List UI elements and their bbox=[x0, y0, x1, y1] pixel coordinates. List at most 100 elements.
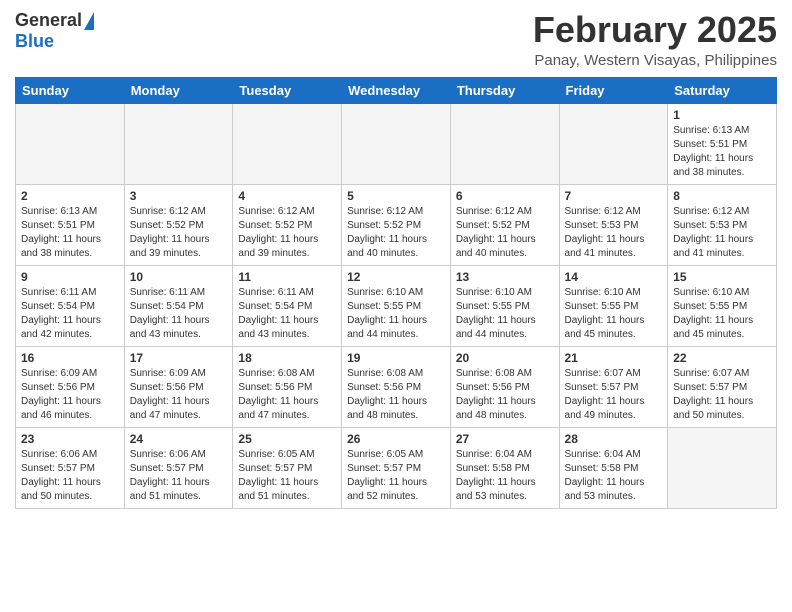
day-number: 17 bbox=[130, 351, 228, 365]
calendar-cell: 15 Sunrise: 6:10 AM Sunset: 5:55 PM Dayli… bbox=[668, 265, 777, 346]
day-info: Sunrise: 6:04 AM Sunset: 5:58 PM Dayligh… bbox=[565, 448, 663, 504]
day-info: Sunrise: 6:10 AM Sunset: 5:55 PM Dayligh… bbox=[565, 286, 663, 342]
calendar-cell: 8Sunrise: 6:12 AM Sunset: 5:53 PM Daylig… bbox=[668, 184, 777, 265]
logo-icon bbox=[84, 12, 94, 30]
calendar-cell: 4 Sunrise: 6:12 AM Sunset: 5:52 PM Daylig… bbox=[233, 184, 342, 265]
day-info: Sunrise: 6:09 AM Sunset: 5:56 PM Dayligh… bbox=[130, 367, 228, 423]
title-area: February 2025 Panay, Western Visayas, Ph… bbox=[533, 10, 777, 69]
header-sunday: Sunday bbox=[16, 77, 125, 103]
day-number: 9 bbox=[21, 270, 119, 284]
calendar-cell: 12 Sunrise: 6:10 AM Sunset: 5:55 PM Dayli… bbox=[342, 265, 451, 346]
day-number: 18 bbox=[238, 351, 336, 365]
day-number: 5 bbox=[347, 189, 445, 203]
day-info: Sunrise: 6:07 AM Sunset: 5:57 PM Dayligh… bbox=[565, 367, 663, 423]
calendar-cell: 27Sunrise: 6:04 AM Sunset: 5:58 PM Dayli… bbox=[450, 427, 559, 508]
calendar-cell: 9Sunrise: 6:11 AM Sunset: 5:54 PM Daylig… bbox=[16, 265, 125, 346]
calendar-cell bbox=[342, 103, 451, 184]
header-tuesday: Tuesday bbox=[233, 77, 342, 103]
day-info: Sunrise: 6:12 AM Sunset: 5:52 PM Dayligh… bbox=[130, 205, 228, 261]
calendar-cell: 21Sunrise: 6:07 AM Sunset: 5:57 PM Dayli… bbox=[559, 346, 668, 427]
day-info: Sunrise: 6:12 AM Sunset: 5:52 PM Dayligh… bbox=[238, 205, 336, 261]
day-info: Sunrise: 6:09 AM Sunset: 5:56 PM Dayligh… bbox=[21, 367, 119, 423]
day-info: Sunrise: 6:05 AM Sunset: 5:57 PM Dayligh… bbox=[238, 448, 336, 504]
day-info: Sunrise: 6:12 AM Sunset: 5:52 PM Dayligh… bbox=[456, 205, 554, 261]
calendar-cell: 13 Sunrise: 6:10 AM Sunset: 5:55 PM Dayli… bbox=[450, 265, 559, 346]
day-number: 16 bbox=[21, 351, 119, 365]
day-number: 19 bbox=[347, 351, 445, 365]
calendar-cell: 18 Sunrise: 6:08 AM Sunset: 5:56 PM Dayli… bbox=[233, 346, 342, 427]
calendar-cell: 23 Sunrise: 6:06 AM Sunset: 5:57 PM Dayli… bbox=[16, 427, 125, 508]
header-saturday: Saturday bbox=[668, 77, 777, 103]
week-row-1: 2 Sunrise: 6:13 AM Sunset: 5:51 PM Daylig… bbox=[16, 184, 777, 265]
calendar-cell: 1Sunrise: 6:13 AM Sunset: 5:51 PM Daylig… bbox=[668, 103, 777, 184]
header-thursday: Thursday bbox=[450, 77, 559, 103]
day-info: Sunrise: 6:12 AM Sunset: 5:52 PM Dayligh… bbox=[347, 205, 445, 261]
calendar-cell: 11 Sunrise: 6:11 AM Sunset: 5:54 PM Dayli… bbox=[233, 265, 342, 346]
day-info: Sunrise: 6:12 AM Sunset: 5:53 PM Dayligh… bbox=[673, 205, 771, 261]
calendar-cell: 24 Sunrise: 6:06 AM Sunset: 5:57 PM Dayli… bbox=[124, 427, 233, 508]
day-number: 11 bbox=[238, 270, 336, 284]
header-friday: Friday bbox=[559, 77, 668, 103]
day-info: Sunrise: 6:12 AM Sunset: 5:53 PM Dayligh… bbox=[565, 205, 663, 261]
week-row-0: 1Sunrise: 6:13 AM Sunset: 5:51 PM Daylig… bbox=[16, 103, 777, 184]
day-info: Sunrise: 6:13 AM Sunset: 5:51 PM Dayligh… bbox=[21, 205, 119, 261]
calendar-cell: 25 Sunrise: 6:05 AM Sunset: 5:57 PM Dayli… bbox=[233, 427, 342, 508]
day-number: 3 bbox=[130, 189, 228, 203]
day-number: 27 bbox=[456, 432, 554, 446]
week-row-2: 9 Sunrise: 6:11 AM Sunset: 5:54 PM Daylig… bbox=[16, 265, 777, 346]
day-number: 12 bbox=[347, 270, 445, 284]
day-info: Sunrise: 6:10 AM Sunset: 5:55 PM Dayligh… bbox=[347, 286, 445, 342]
day-info: Sunrise: 6:06 AM Sunset: 5:57 PM Dayligh… bbox=[21, 448, 119, 504]
logo: General Blue bbox=[15, 10, 94, 52]
day-number: 2 bbox=[21, 189, 119, 203]
calendar-cell: 20 Sunrise: 6:08 AM Sunset: 5:56 PM Dayli… bbox=[450, 346, 559, 427]
day-number: 13 bbox=[456, 270, 554, 284]
day-info: Sunrise: 6:11 AM Sunset: 5:54 PM Dayligh… bbox=[130, 286, 228, 342]
calendar-cell: 6 Sunrise: 6:12 AM Sunset: 5:52 PM Daylig… bbox=[450, 184, 559, 265]
day-number: 23 bbox=[21, 432, 119, 446]
header: General Blue February 2025 Panay, Wester… bbox=[15, 10, 777, 69]
day-number: 28 bbox=[565, 432, 663, 446]
day-number: 4 bbox=[238, 189, 336, 203]
day-info: Sunrise: 6:08 AM Sunset: 5:56 PM Dayligh… bbox=[456, 367, 554, 423]
day-number: 15 bbox=[673, 270, 771, 284]
calendar-cell: 3 Sunrise: 6:12 AM Sunset: 5:52 PM Daylig… bbox=[124, 184, 233, 265]
day-number: 20 bbox=[456, 351, 554, 365]
day-info: Sunrise: 6:10 AM Sunset: 5:55 PM Dayligh… bbox=[456, 286, 554, 342]
day-number: 14 bbox=[565, 270, 663, 284]
calendar-cell bbox=[16, 103, 125, 184]
calendar-cell: 14 Sunrise: 6:10 AM Sunset: 5:55 PM Dayli… bbox=[559, 265, 668, 346]
day-number: 22 bbox=[673, 351, 771, 365]
calendar-cell: 5 Sunrise: 6:12 AM Sunset: 5:52 PM Daylig… bbox=[342, 184, 451, 265]
calendar-cell: 26 Sunrise: 6:05 AM Sunset: 5:57 PM Dayli… bbox=[342, 427, 451, 508]
calendar-cell: 19 Sunrise: 6:08 AM Sunset: 5:56 PM Dayli… bbox=[342, 346, 451, 427]
day-number: 6 bbox=[456, 189, 554, 203]
calendar-cell: 28 Sunrise: 6:04 AM Sunset: 5:58 PM Dayli… bbox=[559, 427, 668, 508]
header-monday: Monday bbox=[124, 77, 233, 103]
logo-general: General bbox=[15, 10, 82, 31]
day-info: Sunrise: 6:11 AM Sunset: 5:54 PM Dayligh… bbox=[238, 286, 336, 342]
day-info: Sunrise: 6:08 AM Sunset: 5:56 PM Dayligh… bbox=[347, 367, 445, 423]
week-row-4: 23 Sunrise: 6:06 AM Sunset: 5:57 PM Dayli… bbox=[16, 427, 777, 508]
day-info: Sunrise: 6:10 AM Sunset: 5:55 PM Dayligh… bbox=[673, 286, 771, 342]
logo-blue: Blue bbox=[15, 31, 54, 52]
calendar-cell bbox=[668, 427, 777, 508]
calendar-cell bbox=[124, 103, 233, 184]
calendar: SundayMondayTuesdayWednesdayThursdayFrid… bbox=[15, 77, 777, 509]
day-info: Sunrise: 6:07 AM Sunset: 5:57 PM Dayligh… bbox=[673, 367, 771, 423]
day-number: 7 bbox=[565, 189, 663, 203]
day-number: 26 bbox=[347, 432, 445, 446]
week-row-3: 16 Sunrise: 6:09 AM Sunset: 5:56 PM Dayli… bbox=[16, 346, 777, 427]
calendar-header-row: SundayMondayTuesdayWednesdayThursdayFrid… bbox=[16, 77, 777, 103]
calendar-cell: 22 Sunrise: 6:07 AM Sunset: 5:57 PM Dayli… bbox=[668, 346, 777, 427]
day-info: Sunrise: 6:05 AM Sunset: 5:57 PM Dayligh… bbox=[347, 448, 445, 504]
calendar-cell bbox=[450, 103, 559, 184]
day-number: 24 bbox=[130, 432, 228, 446]
location-title: Panay, Western Visayas, Philippines bbox=[533, 52, 777, 69]
calendar-cell: 10Sunrise: 6:11 AM Sunset: 5:54 PM Dayli… bbox=[124, 265, 233, 346]
calendar-cell: 7 Sunrise: 6:12 AM Sunset: 5:53 PM Daylig… bbox=[559, 184, 668, 265]
day-number: 25 bbox=[238, 432, 336, 446]
day-info: Sunrise: 6:06 AM Sunset: 5:57 PM Dayligh… bbox=[130, 448, 228, 504]
day-info: Sunrise: 6:08 AM Sunset: 5:56 PM Dayligh… bbox=[238, 367, 336, 423]
calendar-cell bbox=[559, 103, 668, 184]
